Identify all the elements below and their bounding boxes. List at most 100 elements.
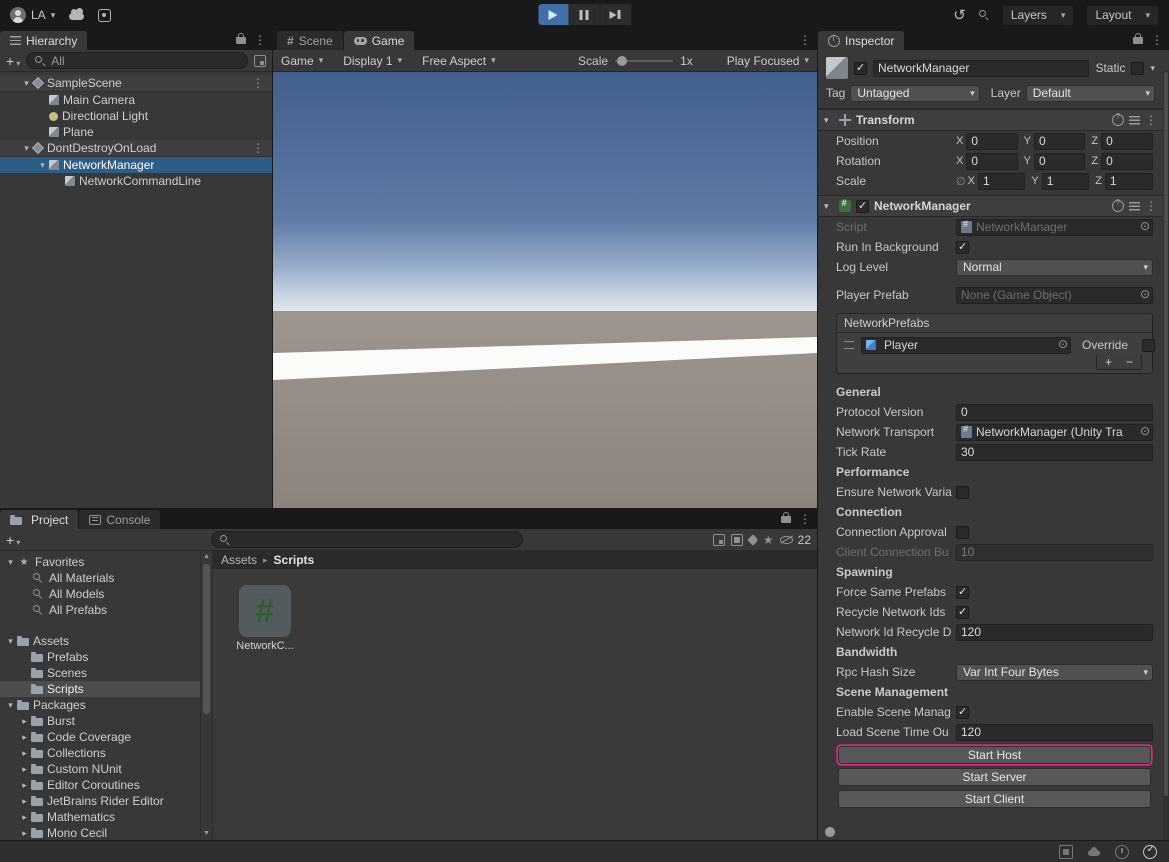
search-by-type-icon[interactable] xyxy=(713,534,725,546)
run-in-background-checkbox[interactable] xyxy=(956,241,969,254)
tree-item-all-materials[interactable]: All Materials xyxy=(0,570,200,586)
expand-arrow-icon[interactable]: ▸ xyxy=(18,828,31,839)
network-id-recycle-field[interactable]: 120 xyxy=(956,624,1153,641)
tab-inspector[interactable]: Inspector xyxy=(818,31,905,50)
presets-icon[interactable] xyxy=(1129,202,1140,211)
object-picker-icon[interactable] xyxy=(1140,287,1150,302)
display-dropdown[interactable]: Display 1 xyxy=(343,54,402,68)
scroll-down-icon[interactable]: ▼ xyxy=(201,830,212,837)
prefab-object-field[interactable]: Player xyxy=(861,337,1071,354)
static-dropdown-icon[interactable] xyxy=(1150,63,1155,74)
tab-project[interactable]: Project xyxy=(0,510,79,529)
tick-rate-field[interactable]: 30 xyxy=(956,444,1153,461)
override-checkbox[interactable] xyxy=(1142,339,1155,352)
project-tree-scrollbar[interactable]: ▲ ▼ xyxy=(200,551,213,839)
constrain-proportions-icon[interactable] xyxy=(956,175,966,188)
cloud-button[interactable] xyxy=(69,10,84,20)
component-menu-icon[interactable] xyxy=(1145,113,1157,127)
position-y-field[interactable]: 0 xyxy=(1034,133,1085,150)
scale-x-field[interactable]: 1 xyxy=(978,173,1025,190)
tree-item-code-coverage[interactable]: ▸Code Coverage xyxy=(0,729,200,745)
inspector-scrollbar[interactable] xyxy=(1163,70,1169,840)
progress-complete-icon[interactable] xyxy=(1143,845,1157,859)
help-icon[interactable] xyxy=(1112,200,1124,212)
component-enabled-checkbox[interactable] xyxy=(856,200,869,213)
account-button[interactable]: LA xyxy=(10,7,55,23)
tree-item-jetbrains-rider-editor[interactable]: ▸JetBrains Rider Editor xyxy=(0,793,200,809)
tree-item-directional-light[interactable]: Directional Light xyxy=(0,108,272,124)
transform-component-header[interactable]: Transform xyxy=(818,109,1163,131)
active-checkbox[interactable] xyxy=(854,62,867,75)
tree-item-dontdestroyonload[interactable]: ▾DontDestroyOnLoad⋮ xyxy=(0,140,272,157)
static-checkbox[interactable] xyxy=(1131,62,1144,75)
start-server-button[interactable]: Start Server xyxy=(838,768,1151,786)
tree-item-burst[interactable]: ▸Burst xyxy=(0,713,200,729)
play-focused-dropdown[interactable]: Play Focused xyxy=(727,54,809,68)
expand-arrow-icon[interactable]: ▸ xyxy=(18,716,31,727)
layers-dropdown[interactable]: Layers xyxy=(1002,5,1075,26)
scroll-up-icon[interactable]: ▲ xyxy=(201,553,212,560)
undo-history-icon[interactable] xyxy=(953,8,966,23)
tree-item-mono-cecil[interactable]: ▸Mono Cecil xyxy=(0,825,200,839)
asset-item[interactable]: NetworkC... xyxy=(229,585,301,652)
breadcrumb-root[interactable]: Assets xyxy=(221,553,257,567)
background-tasks-icon[interactable] xyxy=(1115,845,1129,859)
tag-dropdown[interactable]: Untagged xyxy=(850,85,979,102)
lock-icon[interactable] xyxy=(781,516,791,523)
tab-scene[interactable]: Scene xyxy=(277,31,344,50)
expand-arrow-icon[interactable]: ▾ xyxy=(4,557,17,568)
breadcrumb-current[interactable]: Scripts xyxy=(274,553,315,567)
cloud-services-status-icon[interactable] xyxy=(1087,845,1101,859)
expand-arrow-icon[interactable]: ▸ xyxy=(18,780,31,791)
expand-arrow-icon[interactable]: ▸ xyxy=(18,748,31,759)
component-menu-icon[interactable] xyxy=(1145,199,1157,213)
scrollbar-thumb[interactable] xyxy=(1164,72,1168,796)
recycle-network-ids-checkbox[interactable] xyxy=(956,606,969,619)
foldout-arrow-icon[interactable] xyxy=(824,115,834,126)
panel-menu-icon[interactable] xyxy=(254,33,266,47)
start-host-button[interactable]: Start Host xyxy=(838,746,1151,764)
lock-icon[interactable] xyxy=(236,37,246,44)
rotation-z-field[interactable]: 0 xyxy=(1101,153,1153,170)
help-icon[interactable] xyxy=(1112,114,1124,126)
package-visibility-icon[interactable] xyxy=(731,534,743,546)
drag-handle-icon[interactable] xyxy=(844,341,854,349)
game-render-view[interactable] xyxy=(273,72,817,508)
networkmanager-component-header[interactable]: NetworkManager xyxy=(818,195,1163,217)
force-same-prefabs-checkbox[interactable] xyxy=(956,586,969,599)
tree-item-packages[interactable]: ▾Packages xyxy=(0,697,200,713)
favorites-filter-icon[interactable] xyxy=(763,533,774,547)
item-menu-icon[interactable]: ⋮ xyxy=(252,76,272,90)
scrollbar-thumb[interactable] xyxy=(203,564,210,714)
tree-item-all-models[interactable]: All Models xyxy=(0,586,200,602)
log-level-dropdown[interactable]: Normal xyxy=(956,259,1153,276)
expand-arrow-icon[interactable]: ▸ xyxy=(18,732,31,743)
pause-button[interactable] xyxy=(569,4,600,25)
tree-item-prefabs[interactable]: Prefabs xyxy=(0,649,200,665)
project-search-input[interactable] xyxy=(211,531,523,548)
label-filter-icon[interactable] xyxy=(747,534,758,545)
create-button[interactable] xyxy=(6,533,20,547)
step-button[interactable] xyxy=(600,4,631,25)
protocol-version-field[interactable]: 0 xyxy=(956,404,1153,421)
hidden-count-button[interactable]: 22 xyxy=(780,533,811,547)
remove-prefab-button[interactable] xyxy=(1126,356,1133,368)
connection-approval-checkbox[interactable] xyxy=(956,526,969,539)
object-picker-icon[interactable] xyxy=(1140,219,1150,234)
rotation-x-field[interactable]: 0 xyxy=(966,153,1017,170)
tree-item-editor-coroutines[interactable]: ▸Editor Coroutines xyxy=(0,777,200,793)
rpc-hash-size-dropdown[interactable]: Var Int Four Bytes xyxy=(956,664,1153,681)
tree-item-networkcommandline[interactable]: NetworkCommandLine xyxy=(0,173,272,189)
panel-menu-icon[interactable] xyxy=(1151,33,1163,47)
scale-slider-knob[interactable] xyxy=(617,56,627,66)
expand-arrow-icon[interactable]: ▸ xyxy=(18,796,31,807)
create-button[interactable] xyxy=(6,54,20,68)
layer-dropdown[interactable]: Default xyxy=(1026,85,1155,102)
object-picker-icon[interactable] xyxy=(1058,337,1068,352)
tree-item-networkmanager[interactable]: ▾NetworkManager xyxy=(0,157,272,173)
enable-scene-management-checkbox[interactable] xyxy=(956,706,969,719)
hierarchy-search-input[interactable]: All xyxy=(26,52,248,69)
object-picker-icon[interactable] xyxy=(1140,424,1150,439)
scene-picker-icon[interactable] xyxy=(254,55,266,67)
position-x-field[interactable]: 0 xyxy=(966,133,1017,150)
